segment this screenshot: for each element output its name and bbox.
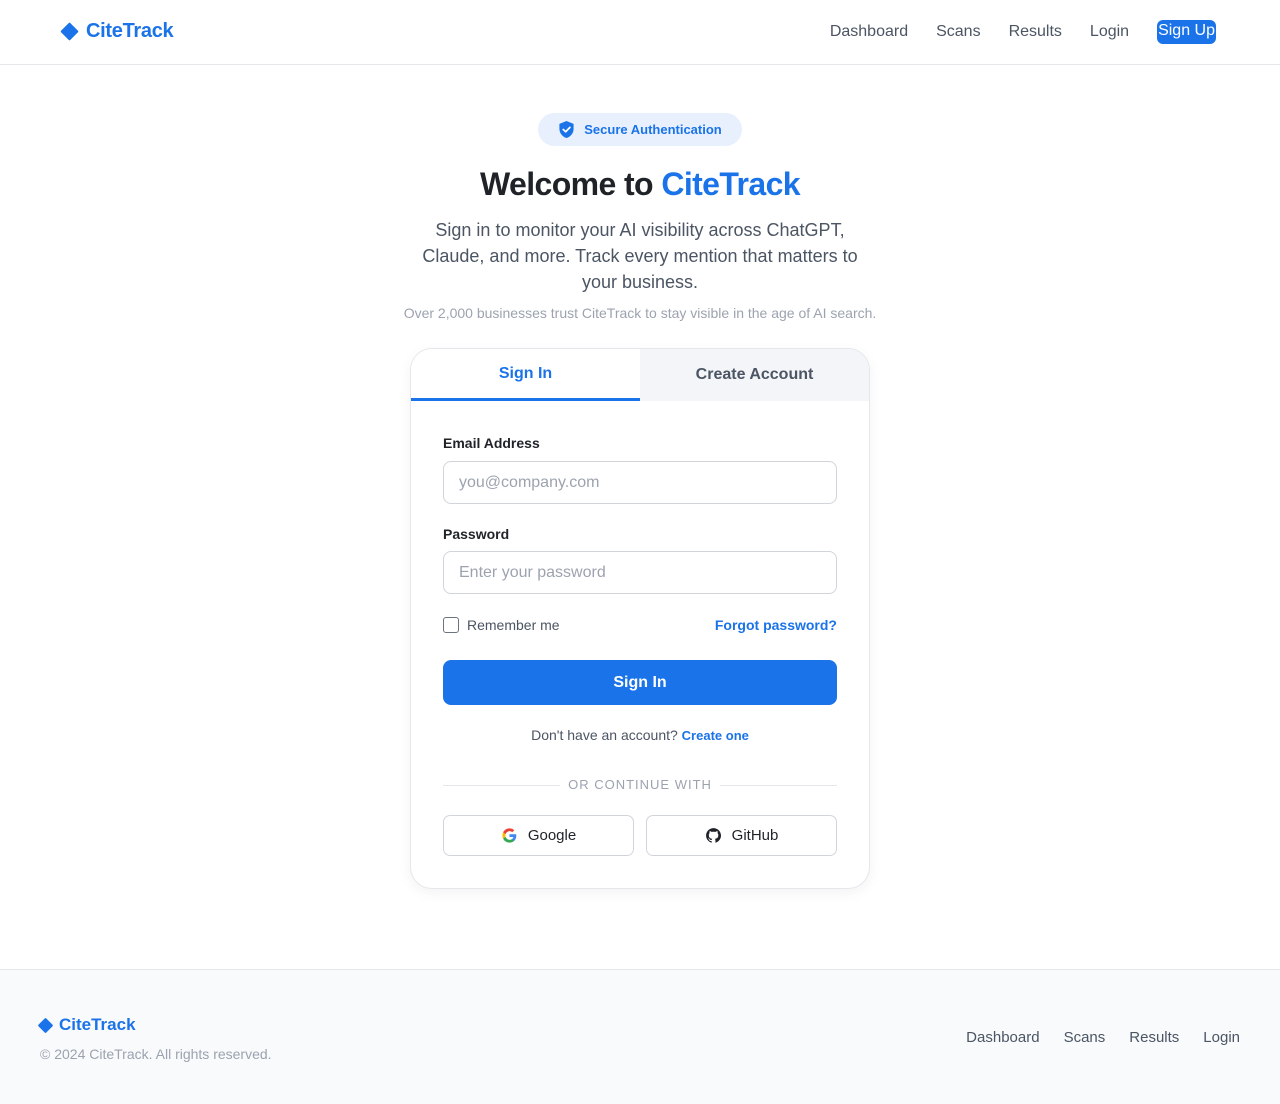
footer-brand[interactable]: CiteTrack <box>37 1015 136 1035</box>
github-icon <box>705 828 721 843</box>
brand-name: CiteTrack <box>86 20 174 42</box>
password-label: Password <box>443 526 510 542</box>
diamond-icon <box>37 1017 54 1033</box>
github-button[interactable]: GitHub <box>646 815 837 856</box>
diamond-icon <box>60 22 79 41</box>
password-field[interactable] <box>443 551 837 594</box>
nav-scans[interactable]: Scans <box>936 23 980 41</box>
nav-results[interactable]: Results <box>1009 23 1062 41</box>
google-label: Google <box>527 827 577 844</box>
copyright-text: © 2024 CiteTrack. All rights reserved. <box>40 1046 272 1062</box>
main-nav: Dashboard Scans Results Login Sign Up <box>830 20 1216 44</box>
email-label: Email Address <box>443 435 540 451</box>
google-icon <box>502 828 517 843</box>
github-label: GitHub <box>731 827 779 844</box>
title-prefix: Welcome to <box>480 166 654 202</box>
sign-in-button[interactable]: Sign In <box>443 660 837 705</box>
trust-text: Over 2,000 businesses trust CiteTrack to… <box>403 305 877 321</box>
brand-logo[interactable]: CiteTrack <box>60 20 174 43</box>
tab-sign-in[interactable]: Sign In <box>411 349 640 401</box>
tab-create-account[interactable]: Create Account <box>640 349 869 401</box>
secure-auth-badge: Secure Authentication <box>538 113 742 146</box>
auth-card: Sign In Create Account Email Address Pas… <box>410 348 870 889</box>
signup-button[interactable]: Sign Up <box>1157 20 1216 44</box>
remember-label: Remember me <box>467 617 560 633</box>
footer-brand-name: CiteTrack <box>59 1015 136 1034</box>
shield-check-icon <box>559 121 574 138</box>
badge-label: Secure Authentication <box>584 122 722 137</box>
create-account-link[interactable]: Create one <box>682 728 749 743</box>
remember-checkbox[interactable] <box>443 617 459 633</box>
title-accent: CiteTrack <box>661 166 800 202</box>
auth-tabs: Sign In Create Account <box>411 349 869 401</box>
site-footer: CiteTrack © 2024 CiteTrack. All rights r… <box>0 969 1280 1104</box>
footer-nav-scans[interactable]: Scans <box>1064 1029 1106 1046</box>
forgot-password-link[interactable]: Forgot password? <box>715 617 837 633</box>
or-divider: OR CONTINUE WITH <box>443 776 837 794</box>
page-subtitle: Sign in to monitor your AI visibility ac… <box>422 220 858 292</box>
remember-me: Remember me <box>443 617 560 633</box>
site-header: CiteTrack Dashboard Scans Results Login … <box>0 0 1280 65</box>
no-account-text: Don't have an account? <box>531 727 678 743</box>
google-button[interactable]: Google <box>443 815 634 856</box>
nav-dashboard[interactable]: Dashboard <box>830 23 908 41</box>
footer-nav: Dashboard Scans Results Login <box>966 1029 1240 1046</box>
divider-line-right <box>720 785 837 786</box>
page-title: Welcome to CiteTrack <box>0 166 1280 203</box>
footer-nav-results[interactable]: Results <box>1129 1029 1179 1046</box>
signup-prompt: Don't have an account? Create one <box>411 727 869 743</box>
nav-login[interactable]: Login <box>1090 23 1129 41</box>
email-field[interactable] <box>443 461 837 504</box>
footer-nav-dashboard[interactable]: Dashboard <box>966 1029 1039 1046</box>
footer-nav-login[interactable]: Login <box>1203 1029 1240 1046</box>
